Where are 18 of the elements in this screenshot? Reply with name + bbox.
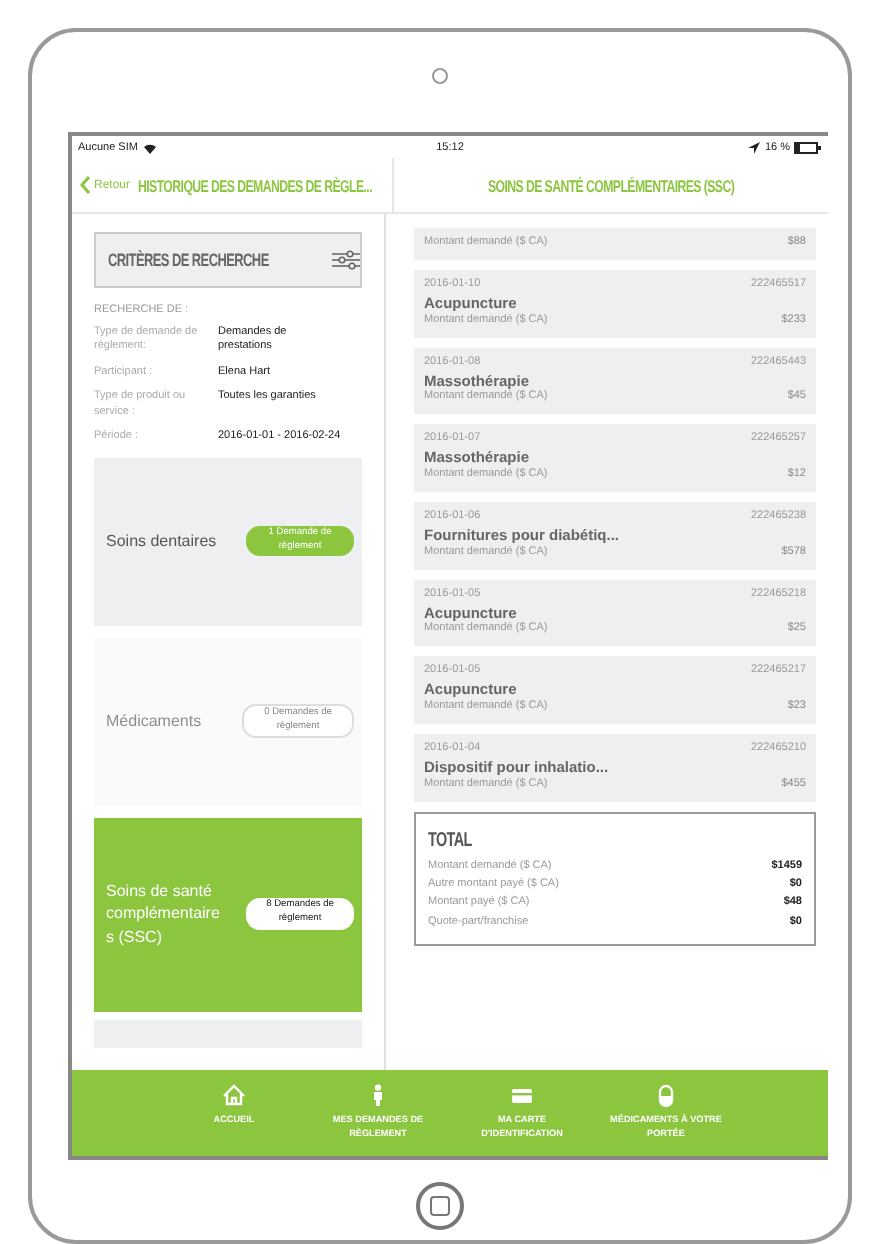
total-title: TOTAL (428, 829, 472, 852)
battery-icon (793, 141, 822, 153)
back-chevron-icon (80, 176, 90, 194)
camera-icon (432, 68, 448, 84)
home-button[interactable] (416, 1182, 464, 1230)
category-name: Soins de santé complémentaires (SSC) (106, 880, 222, 948)
pill-icon (654, 1084, 678, 1108)
location-icon (748, 141, 761, 153)
category-name: Médicaments (106, 709, 204, 733)
nav-title: SOINS DE SANTÉ COMPLÉMENTAIRES (SSC) (487, 175, 735, 195)
filter-icon (331, 250, 360, 270)
home-icon (222, 1084, 246, 1108)
wifi-icon (141, 141, 158, 153)
criteria-title: CRITÈRES DE RECHERCHE (108, 250, 269, 270)
criteria-header[interactable]: CRITÈRES DE RECHERCHE (94, 232, 362, 288)
card-icon (510, 1084, 534, 1108)
nav-title: HISTORIQUE DES DEMANDES DE RÈGLE... (138, 175, 372, 195)
category-name: Soins dentaires (106, 529, 219, 553)
